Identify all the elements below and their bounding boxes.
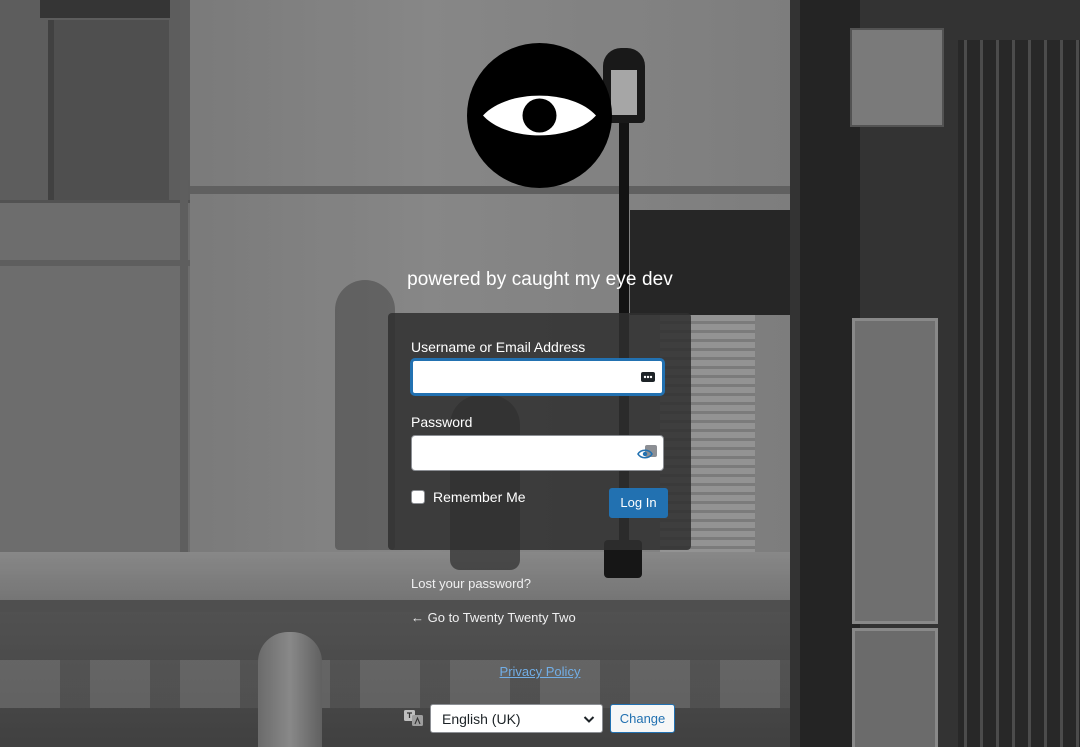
language-select[interactable]: English (UK) — [430, 704, 603, 733]
privacy-policy-link[interactable]: Privacy Policy — [0, 664, 1080, 679]
login-page: powered by caught my eye dev Username or… — [0, 0, 1080, 747]
remember-me-checkbox[interactable] — [411, 490, 425, 504]
show-password-eye-icon[interactable] — [637, 445, 657, 461]
eye-logo-icon — [467, 43, 612, 188]
site-tagline: powered by caught my eye dev — [407, 269, 673, 290]
login-button[interactable]: Log In — [609, 488, 668, 518]
password-label: Password — [411, 414, 473, 430]
remember-me-label[interactable]: Remember Me — [433, 489, 526, 505]
lost-password-link[interactable]: Lost your password? — [411, 576, 531, 591]
username-label: Username or Email Address — [411, 339, 586, 355]
password-input[interactable] — [411, 435, 664, 471]
password-manager-icon[interactable] — [640, 369, 656, 385]
back-to-site-link[interactable]: ← Go to Twenty Twenty Two — [411, 610, 576, 625]
translate-icon — [404, 710, 423, 726]
chevron-down-icon — [583, 716, 595, 723]
language-select-value: English (UK) — [442, 711, 521, 727]
change-language-button[interactable]: Change — [610, 704, 675, 733]
username-input[interactable] — [411, 359, 664, 395]
login-form: Username or Email Address Password Remem… — [388, 313, 691, 550]
